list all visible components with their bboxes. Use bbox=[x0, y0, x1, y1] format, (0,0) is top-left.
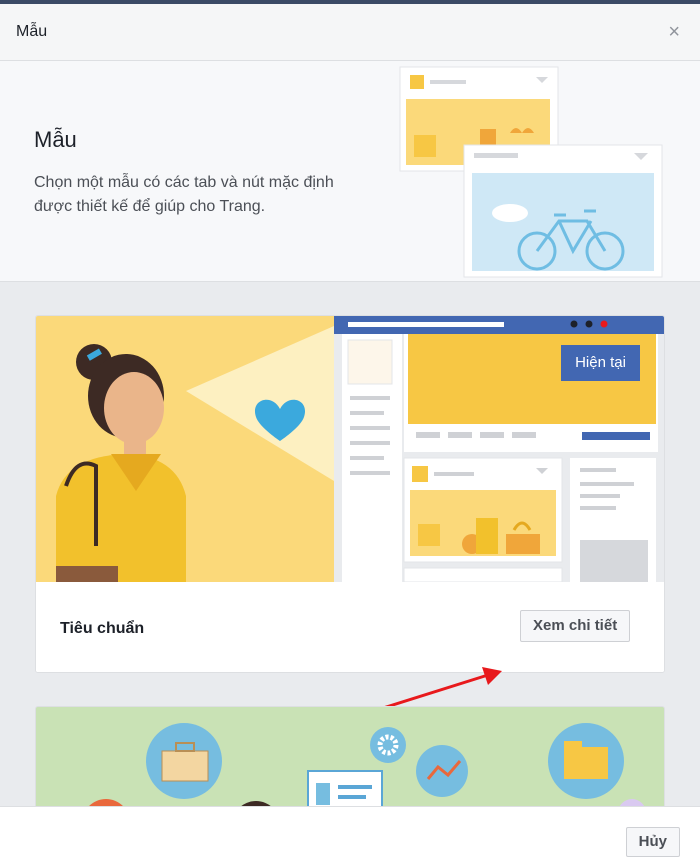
template-2-illustration bbox=[89, 723, 645, 806]
template-card-standard[interactable]: Hiện tại Tiêu chuẩn Xem chi tiết bbox=[35, 315, 665, 673]
current-badge-label: Hiện tại bbox=[575, 354, 626, 371]
cancel-button[interactable]: Hủy bbox=[625, 827, 680, 857]
intro-title: Mẫu bbox=[34, 127, 77, 152]
template-card-2[interactable] bbox=[35, 706, 665, 806]
current-template-badge: Hiện tại bbox=[561, 345, 640, 381]
dialog-title: Mẫu bbox=[16, 23, 48, 40]
folder-icon bbox=[548, 723, 624, 799]
dialog-body: Mẫu Chọn một mẫu có các tab và nút mặc đ… bbox=[0, 61, 700, 806]
intro-illustration bbox=[399, 66, 663, 278]
intro-section: Mẫu Chọn một mẫu có các tab và nút mặc đ… bbox=[0, 61, 700, 282]
templates-dialog: Mẫu × Mẫu Chọn một mẫu có các tab và nút… bbox=[0, 4, 700, 864]
chart-icon bbox=[416, 745, 468, 797]
close-icon[interactable]: × bbox=[668, 22, 680, 42]
template-card-footer: Tiêu chuẩn Xem chi tiết bbox=[36, 582, 664, 672]
intro-description: Chọn một mẫu có các tab và nút mặc định … bbox=[34, 174, 334, 215]
dialog-footer: Hủy bbox=[0, 806, 700, 864]
id-card-icon bbox=[307, 770, 383, 806]
gear-icon bbox=[370, 727, 406, 763]
dialog-header: Mẫu × bbox=[0, 4, 700, 61]
template-name: Tiêu chuẩn bbox=[60, 620, 145, 637]
view-details-button[interactable]: Xem chi tiết bbox=[520, 610, 631, 642]
briefcase-icon bbox=[146, 723, 222, 799]
